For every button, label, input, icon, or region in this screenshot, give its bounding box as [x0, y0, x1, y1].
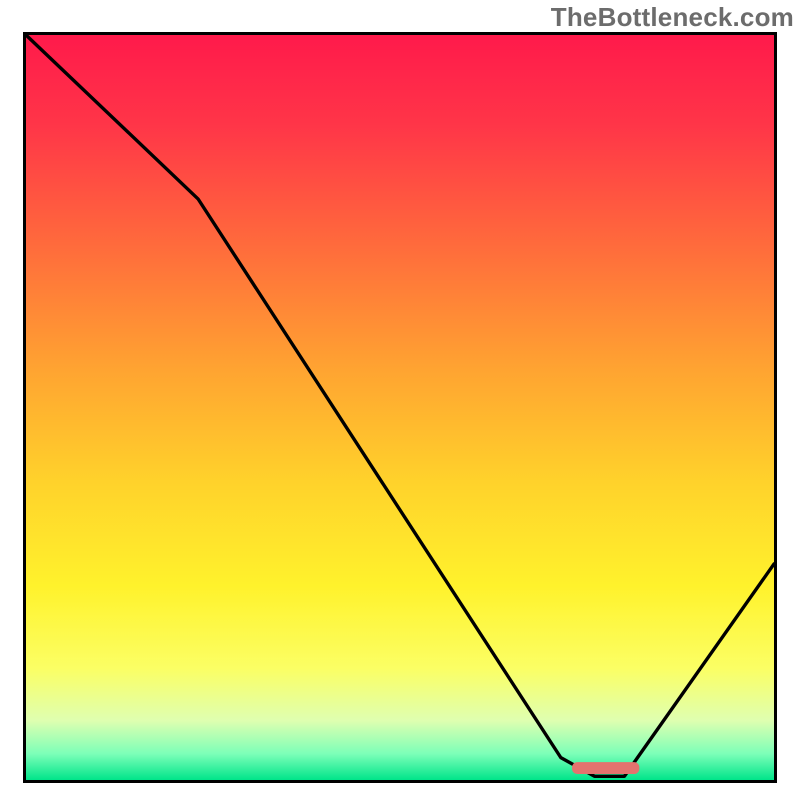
chart-stage: TheBottleneck.com — [0, 0, 800, 800]
optimal-marker-layer — [26, 35, 774, 780]
watermark-text: TheBottleneck.com — [551, 2, 794, 33]
optimal-marker — [572, 762, 639, 774]
plot-area — [23, 32, 777, 783]
